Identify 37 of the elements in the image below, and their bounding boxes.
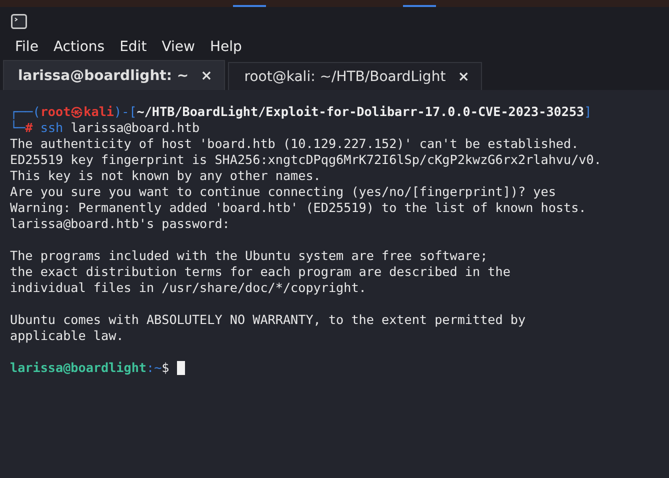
command-argument: larissa@board.htb — [70, 120, 200, 135]
tab[interactable]: larissa@boardlight: ~ × — [3, 60, 226, 90]
output-line: larissa@board.htb's password: — [10, 216, 231, 232]
active-indicator — [233, 5, 266, 7]
close-button[interactable]: × — [200, 68, 212, 84]
output-line: ED25519 key fingerprint is SHA256:xngtcDPqg6MrK72I6lSp/cKgP2kwzG6rx2rlahvu/v0. — [10, 152, 602, 168]
tab-label[interactable]: larissa@boardlight: ~ — [18, 68, 189, 84]
output-line: This key is not known by any other names. — [10, 168, 322, 184]
menu-item[interactable]: Actions — [53, 39, 105, 55]
prompt-frame: )-[ — [114, 104, 137, 119]
output-line: individual files in /usr/share/doc/*/copyright. — [10, 280, 368, 296]
output-line: The programs included with the Ubuntu system are free software; — [10, 248, 489, 264]
menu-item[interactable]: Help — [210, 39, 242, 55]
tab[interactable]: root@kali: ~/HTB/BoardLight × — [228, 62, 482, 90]
command-argument: $ — [162, 360, 170, 375]
menu-item[interactable]: File — [15, 39, 38, 55]
output-line: Warning: Permanently added 'board.htb' (ED25519) to the list of known hosts. — [10, 200, 588, 216]
prompt-frame: └─ — [10, 120, 26, 135]
prompt-frame: ┌──( — [10, 104, 40, 119]
active-indicator — [403, 5, 436, 7]
prompt-user: root㉿kali — [40, 104, 114, 119]
command-text: ssh — [40, 120, 64, 135]
menu-item[interactable]: Edit — [120, 39, 147, 55]
output-line: the exact distribution terms for each program are described in the — [10, 264, 512, 280]
terminal-icon — [11, 14, 27, 28]
output-line: applicable law. — [10, 328, 125, 344]
tab-label[interactable]: root@kali: ~/HTB/BoardLight — [244, 68, 446, 84]
prompt-frame: ] — [584, 104, 592, 119]
prompt-frame: :~ — [146, 360, 162, 375]
prompt-user: larissa@boardlight — [10, 360, 146, 375]
output-line: The authenticity of host 'board.htb (10.129.227.152)' can't be established. — [10, 136, 580, 152]
menu-item[interactable]: View — [162, 39, 195, 55]
prompt-symbol: # — [25, 120, 33, 135]
prompt-path: ~/HTB/BoardLight/Exploit-for-Dolibarr-17.0.0-CVE-2023-30253 — [136, 104, 584, 119]
close-button[interactable]: × — [458, 68, 470, 84]
output-line: Ubuntu comes with ABSOLUTELY NO WARRANTY, to the extent permitted by — [10, 312, 527, 328]
output-line: Are you sure you want to continue connecting (yes/no/[fingerprint])? yes — [10, 184, 557, 200]
